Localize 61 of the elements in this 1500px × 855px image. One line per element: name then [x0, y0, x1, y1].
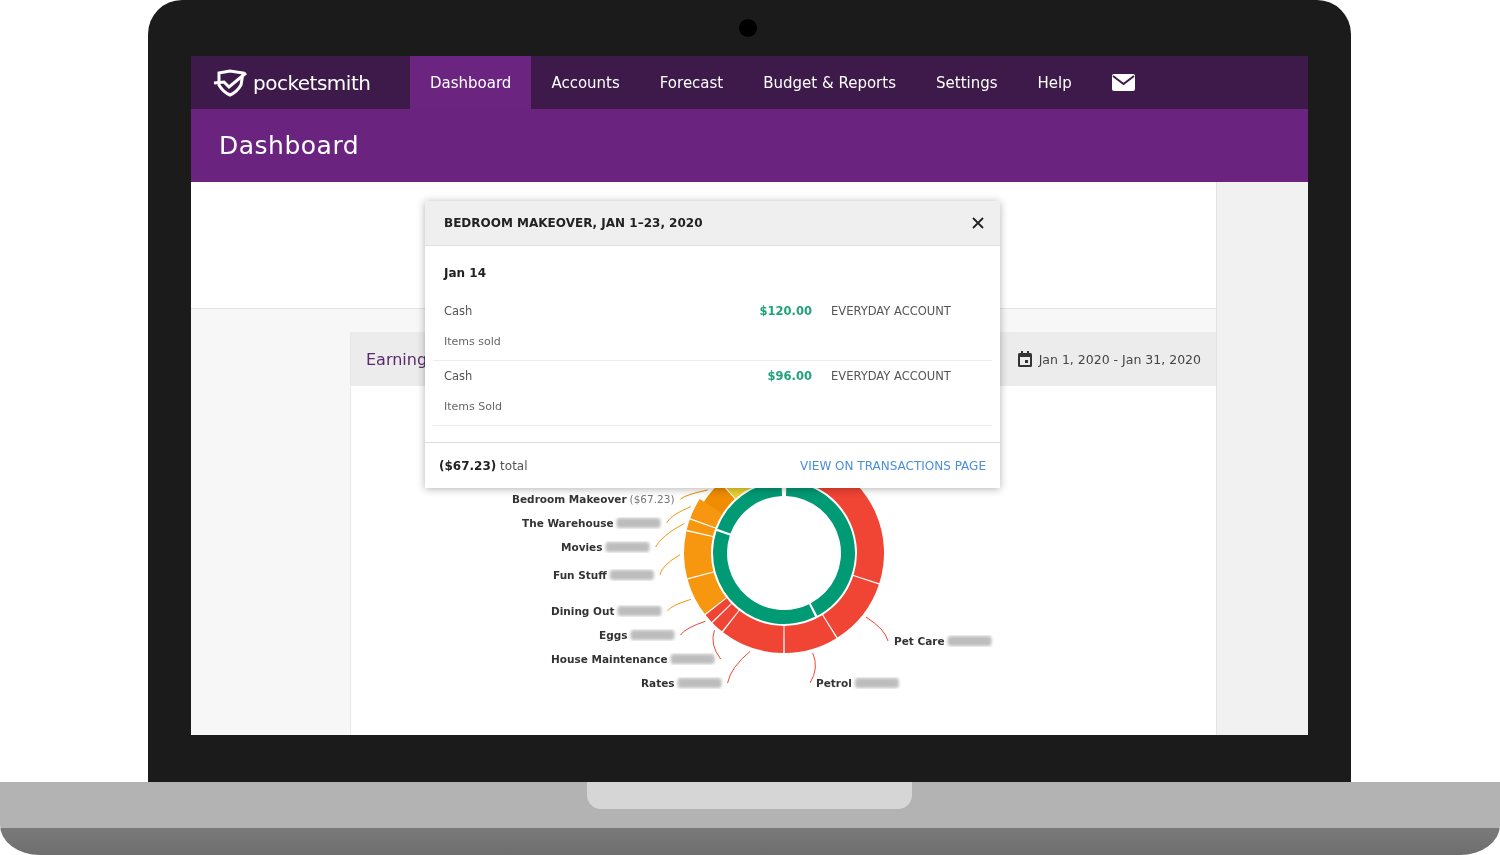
slice-label: Dining Out — [551, 605, 615, 617]
slice-amount: ($67.23) — [629, 493, 675, 505]
amount-text: $120.00 — [758, 304, 812, 318]
note-text: Items Sold — [444, 400, 504, 413]
account-text: EVERYDAY ACCOUNT — [831, 304, 952, 318]
leader-line — [727, 650, 751, 684]
slice-label: Fun Stuff — [553, 569, 607, 581]
total-text: ($67.23) total — [439, 458, 528, 473]
donut-slice[interactable] — [705, 598, 732, 622]
nav-tab[interactable]: Accounts — [531, 56, 640, 109]
page-title: Dashboard — [219, 131, 360, 160]
shield-check-icon — [213, 68, 247, 97]
leader-line — [865, 616, 889, 642]
blurred-amount — [630, 630, 675, 640]
nav-tab[interactable]: Forecast — [639, 56, 744, 109]
amount-text: $96.00 — [766, 369, 812, 383]
nav-tab[interactable]: Budget & Reports — [743, 56, 916, 109]
leader-line — [809, 652, 816, 684]
blurred-amount — [670, 654, 715, 664]
leader-line — [659, 554, 681, 576]
slice-label: The Warehouse — [522, 517, 614, 529]
slice-label: Petrol — [816, 677, 852, 689]
panel-title: Earning — [366, 349, 428, 369]
donut-slice[interactable] — [690, 499, 723, 528]
donut-slice[interactable] — [687, 572, 727, 614]
nav-tab[interactable]: Settings — [916, 56, 1018, 109]
blurred-amount — [854, 678, 899, 688]
slice-label: Pet Care — [894, 635, 945, 647]
calendar-icon — [1017, 351, 1032, 367]
nav-tab[interactable]: Help — [1017, 56, 1092, 109]
date-heading: Jan 14 — [442, 265, 487, 282]
donut-slice[interactable] — [784, 615, 837, 653]
envelope-icon[interactable] — [1111, 74, 1135, 91]
slice-label: Bedroom Makeover — [512, 493, 627, 505]
date-range-button[interactable]: Jan 1, 2020 - Jan 31, 2020 — [1017, 351, 1201, 367]
blurred-amount — [617, 606, 662, 616]
slice-label: Rates — [641, 677, 675, 689]
blurred-amount — [947, 636, 992, 646]
slice-label: Eggs — [599, 629, 628, 641]
camera-lens — [739, 19, 757, 37]
blurred-amount — [677, 678, 722, 688]
blurred-amount — [616, 518, 661, 528]
blurred-amount — [605, 542, 650, 552]
logo[interactable]: pocketsmith — [191, 56, 410, 109]
account-text: EVERYDAY ACCOUNT — [831, 369, 952, 383]
donut-slice[interactable] — [686, 519, 716, 537]
payee-text: Cash — [444, 369, 474, 383]
leader-line — [666, 598, 692, 612]
popup-title: BEDROOM MAKEOVER, JAN 1–23, 2020 — [444, 216, 703, 230]
leader-line — [679, 620, 706, 636]
donut-slice[interactable] — [712, 604, 739, 632]
slice-label: House Maintenance — [551, 653, 668, 665]
blurred-amount — [609, 570, 654, 580]
payee-text: Cash — [444, 304, 474, 318]
note-text: Items sold — [444, 335, 502, 348]
leader-line — [712, 629, 722, 660]
slice-label: Movies — [561, 541, 603, 553]
nav-tab[interactable]: Dashboard — [410, 56, 532, 109]
close-icon[interactable] — [972, 217, 984, 229]
donut-slice[interactable] — [823, 576, 879, 638]
leader-line — [680, 489, 709, 500]
